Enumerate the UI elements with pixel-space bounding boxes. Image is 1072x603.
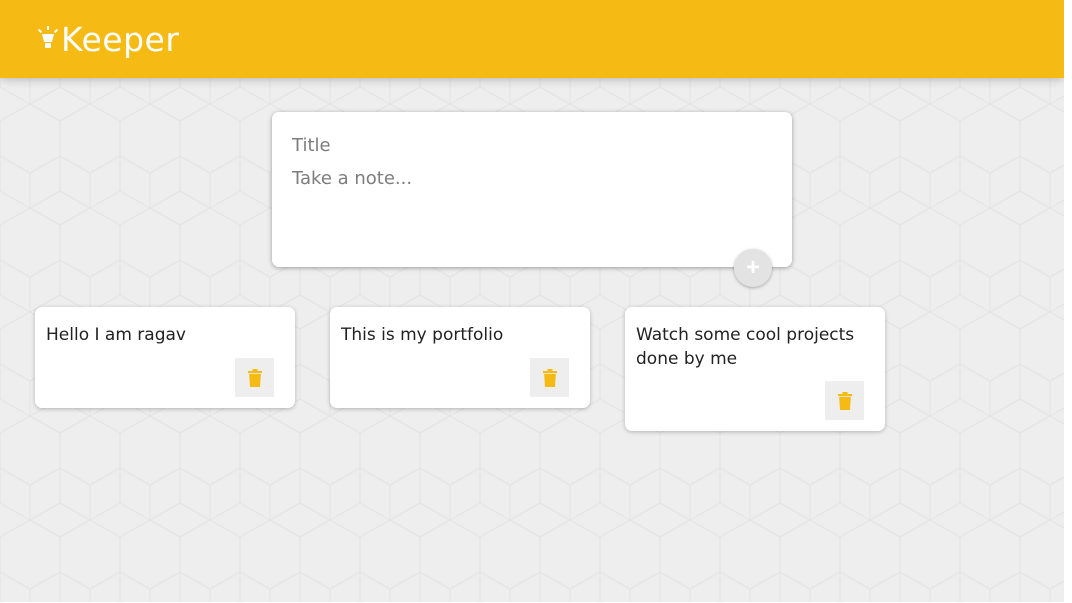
trash-icon (837, 391, 852, 410)
note-composer: + (272, 112, 792, 287)
trash-icon (542, 368, 557, 387)
note-card: This is my portfolio (330, 307, 590, 408)
add-note-button[interactable]: + (734, 249, 772, 287)
trash-icon (247, 368, 262, 387)
note-card: Watch some cool projects done by me (625, 307, 885, 431)
delete-note-button[interactable] (530, 358, 569, 397)
note-text: Hello I am ragav (46, 325, 186, 345)
lightbulb-icon (38, 26, 58, 48)
plus-icon: + (745, 254, 760, 281)
background-hex-pattern (0, 0, 1072, 603)
note-text: Watch some cool projects done by me (636, 325, 855, 369)
note-text: This is my portfolio (341, 325, 504, 345)
note-title-input[interactable] (292, 133, 772, 157)
note-content-input[interactable] (292, 168, 772, 248)
app-title: Keeper (61, 19, 180, 59)
delete-note-button[interactable] (825, 381, 864, 420)
note-card: Hello I am ragav (35, 307, 295, 408)
app-header: Keeper (0, 0, 1064, 78)
brand: Keeper (38, 16, 179, 62)
window-right-edge (1064, 0, 1072, 603)
delete-note-button[interactable] (235, 358, 274, 397)
